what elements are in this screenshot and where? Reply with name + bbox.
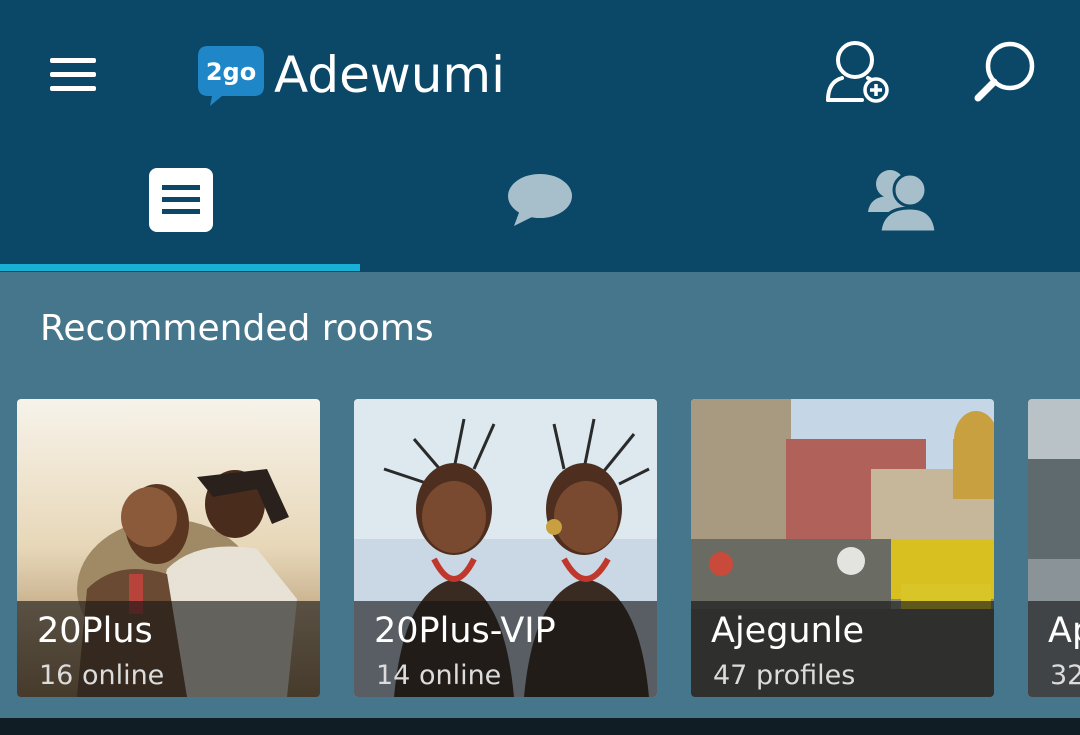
bottom-divider — [0, 718, 1080, 735]
room-name: 20Plus — [37, 611, 153, 651]
section-title: Recommended rooms — [40, 308, 434, 349]
room-name: Ap — [1048, 611, 1080, 651]
room-card[interactable]: Ap 32 — [1028, 399, 1080, 697]
room-status: 32 — [1050, 660, 1080, 691]
room-status: 16 online — [39, 660, 165, 691]
app-bar: 2go Adewumi — [0, 0, 1080, 272]
search-icon[interactable] — [970, 38, 1042, 108]
chat-bubble-icon — [508, 174, 572, 226]
tab-rooms[interactable] — [0, 150, 360, 260]
room-status: 14 online — [376, 660, 502, 691]
app-logo: 2go — [198, 46, 264, 106]
room-card[interactable]: 20Plus-VIP 14 online — [354, 399, 657, 697]
room-status: 47 profiles — [713, 660, 856, 691]
room-name: 20Plus-VIP — [374, 611, 556, 651]
room-card[interactable]: 20Plus 16 online — [17, 399, 320, 697]
tab-chats[interactable] — [360, 150, 720, 260]
hamburger-menu-icon[interactable] — [46, 52, 102, 96]
tab-contacts[interactable] — [720, 150, 1080, 260]
rooms-list-icon — [149, 168, 213, 232]
add-user-icon[interactable] — [822, 38, 894, 106]
contacts-icon — [868, 170, 936, 232]
active-tab-indicator — [0, 264, 360, 271]
logo-text: 2go — [206, 58, 256, 86]
room-card[interactable]: Ajegunle 47 profiles — [691, 399, 994, 697]
page-title: Adewumi — [274, 46, 506, 104]
room-name: Ajegunle — [711, 611, 865, 651]
